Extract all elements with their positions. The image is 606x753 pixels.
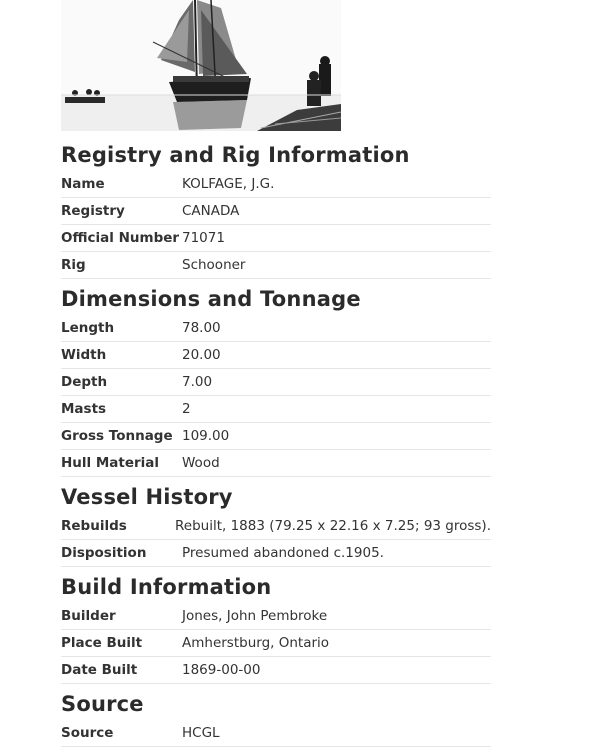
detail-row: Gross Tonnage 109.00 xyxy=(61,423,491,450)
detail-row: Builder Jones, John Pembroke xyxy=(61,603,491,630)
field-value: Amherstburg, Ontario xyxy=(182,635,330,651)
detail-row: Name KOLFAGE, J.G. xyxy=(61,171,491,198)
detail-row: Place Built Amherstburg, Ontario xyxy=(61,630,491,657)
dimensions-section: Dimensions and Tonnage Length 78.00 Width… xyxy=(61,285,491,477)
field-label: Hull Material xyxy=(61,455,160,471)
field-label: Depth xyxy=(61,374,108,390)
detail-row: Disposition Presumed abandoned c.1905. xyxy=(61,540,491,567)
field-label: Masts xyxy=(61,401,107,417)
detail-row: Depth 7.00 xyxy=(61,369,491,396)
field-label: Date Built xyxy=(61,662,138,678)
field-value: Wood xyxy=(182,455,220,471)
detail-row: Masts 2 xyxy=(61,396,491,423)
detail-row: Source HCGL xyxy=(61,720,491,747)
field-value: Presumed abandoned c.1905. xyxy=(182,545,384,561)
section-title: Registry and Rig Information xyxy=(61,143,410,167)
field-label: Rig xyxy=(61,257,86,273)
section-title: Vessel History xyxy=(61,485,233,509)
field-label: Name xyxy=(61,176,105,192)
detail-row: Date Built 1869-00-00 xyxy=(61,657,491,684)
build-section: Build Information Builder Jones, John Pem… xyxy=(61,573,491,684)
field-label: Length xyxy=(61,320,115,336)
field-value: 2 xyxy=(182,401,191,417)
detail-row: Hull Material Wood xyxy=(61,450,491,477)
history-section: Vessel History Rebuilds Rebuilt, 1883 (79… xyxy=(61,483,491,567)
vessel-photo xyxy=(61,0,341,131)
field-value: Jones, John Pembroke xyxy=(182,608,328,624)
field-label: Registry xyxy=(61,203,125,219)
registry-section: Registry and Rig Information Name KOLFAGE… xyxy=(61,141,491,279)
detail-row: Rig Schooner xyxy=(61,252,491,279)
field-value: Schooner xyxy=(182,257,246,273)
field-value: 20.00 xyxy=(182,347,221,363)
detail-row: Length 78.00 xyxy=(61,315,491,342)
detail-row: Official Number 71071 xyxy=(61,225,491,252)
field-value: KOLFAGE, J.G. xyxy=(182,176,275,192)
field-value: 71071 xyxy=(182,230,225,246)
field-label: Disposition xyxy=(61,545,147,561)
field-label: Width xyxy=(61,347,107,363)
field-label: Place Built xyxy=(61,635,143,651)
field-label: Official Number xyxy=(61,230,180,246)
source-section: Source Source HCGL xyxy=(61,690,491,747)
field-value: 1869-00-00 xyxy=(182,662,261,678)
vessel-details: Registry and Rig Information Name KOLFAGE… xyxy=(61,141,491,753)
detail-row: Registry CANADA xyxy=(61,198,491,225)
field-value: Rebuilt, 1883 (79.25 x 22.16 x 7.25; 93 … xyxy=(174,518,491,534)
field-value: 78.00 xyxy=(182,320,221,336)
field-label: Gross Tonnage xyxy=(61,428,173,444)
field-value: 7.00 xyxy=(182,374,213,390)
section-title: Build Information xyxy=(61,575,272,599)
field-value: HCGL xyxy=(182,725,220,741)
field-value: CANADA xyxy=(182,203,240,219)
field-label: Source xyxy=(61,725,114,741)
detail-row: Rebuilds Rebuilt, 1883 (79.25 x 22.16 x 7… xyxy=(61,513,491,540)
section-title: Source xyxy=(61,692,144,716)
schooner-photo-image xyxy=(61,0,341,131)
detail-row: Width 20.00 xyxy=(61,342,491,369)
field-label: Builder xyxy=(61,608,116,624)
field-label: Rebuilds xyxy=(61,518,127,534)
section-title: Dimensions and Tonnage xyxy=(61,287,361,311)
field-value: 109.00 xyxy=(182,428,230,444)
